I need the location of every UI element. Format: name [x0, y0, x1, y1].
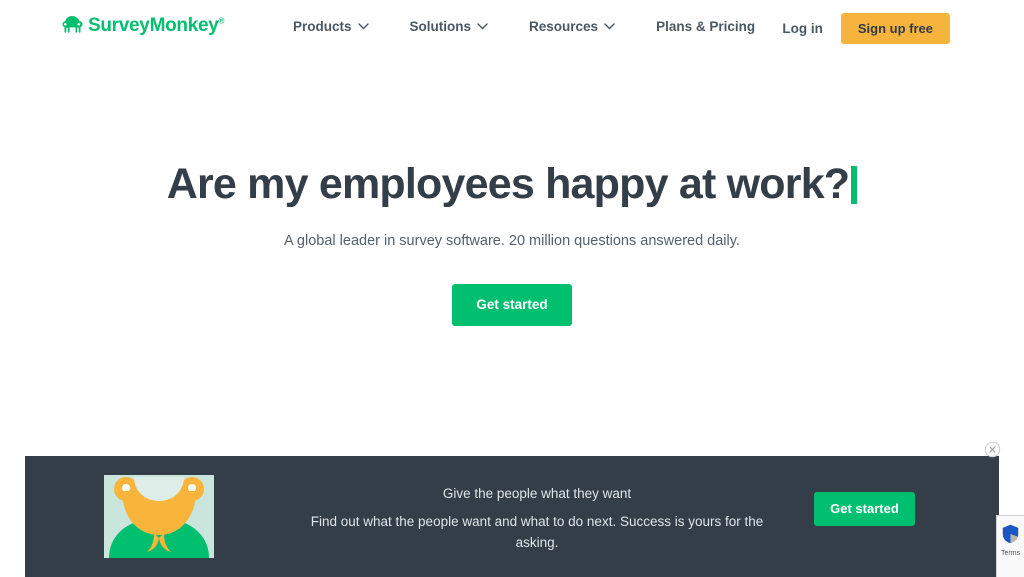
signup-free-button[interactable]: Sign up free: [840, 13, 950, 44]
promo-banner: Give the people what they want Find out …: [25, 456, 999, 577]
hero-get-started-button[interactable]: Get started: [452, 283, 572, 326]
hero-title-text: Are my employees happy at work?: [166, 160, 850, 208]
nav-item-resources[interactable]: Resources: [529, 19, 615, 34]
banner-get-started-button[interactable]: Get started: [814, 492, 915, 526]
nav-label-solutions: Solutions: [409, 19, 472, 34]
recaptcha-shield-icon: [1002, 524, 1019, 544]
illustration-artwork: [104, 475, 214, 558]
logo-wordmark: SurveyMonkey®: [88, 14, 225, 36]
close-circle-icon[interactable]: [984, 441, 1001, 458]
nav-label-products: Products: [293, 19, 352, 34]
hero-title: Are my employees happy at work?: [167, 160, 858, 209]
nav-item-solutions[interactable]: Solutions: [410, 19, 489, 34]
nav-item-products[interactable]: Products: [293, 19, 369, 34]
banner-body-text: Find out what the people want and what t…: [310, 514, 764, 551]
main-navigation: Products Solutions Resources Plans & Pri…: [293, 19, 755, 34]
nav-label-resources: Resources: [529, 19, 599, 34]
registered-trademark-icon: ®: [218, 16, 225, 26]
site-header: SurveyMonkey® Products Solutions Resourc…: [0, 0, 1024, 57]
hero-section: Are my employees happy at work? A global…: [0, 160, 1024, 326]
text-cursor-caret: [851, 166, 858, 204]
chevron-down-icon: [604, 23, 615, 30]
surveymonkey-logo[interactable]: SurveyMonkey®: [61, 15, 224, 35]
hero-subtitle: A global leader in survey software. 20 m…: [284, 233, 740, 250]
person-with-beard-illustration: [104, 475, 214, 558]
recaptcha-badge[interactable]: Terms: [996, 515, 1024, 577]
banner-copy: Give the people what they want Find out …: [293, 484, 781, 554]
auth-actions: Log in Sign up free: [782, 13, 950, 44]
banner-headline: Give the people what they want: [442, 486, 632, 501]
nav-label-plans-and-pricing: Plans & Pricing: [656, 19, 756, 34]
page-root: SurveyMonkey® Products Solutions Resourc…: [0, 0, 1024, 577]
monkey-logo-icon: [62, 16, 83, 33]
chevron-down-icon: [477, 23, 488, 30]
chevron-down-icon: [357, 23, 369, 30]
recaptcha-terms-link[interactable]: Terms: [1001, 550, 1020, 557]
login-link[interactable]: Log in: [782, 21, 823, 36]
nav-item-plans-and-pricing[interactable]: Plans & Pricing: [656, 19, 755, 34]
